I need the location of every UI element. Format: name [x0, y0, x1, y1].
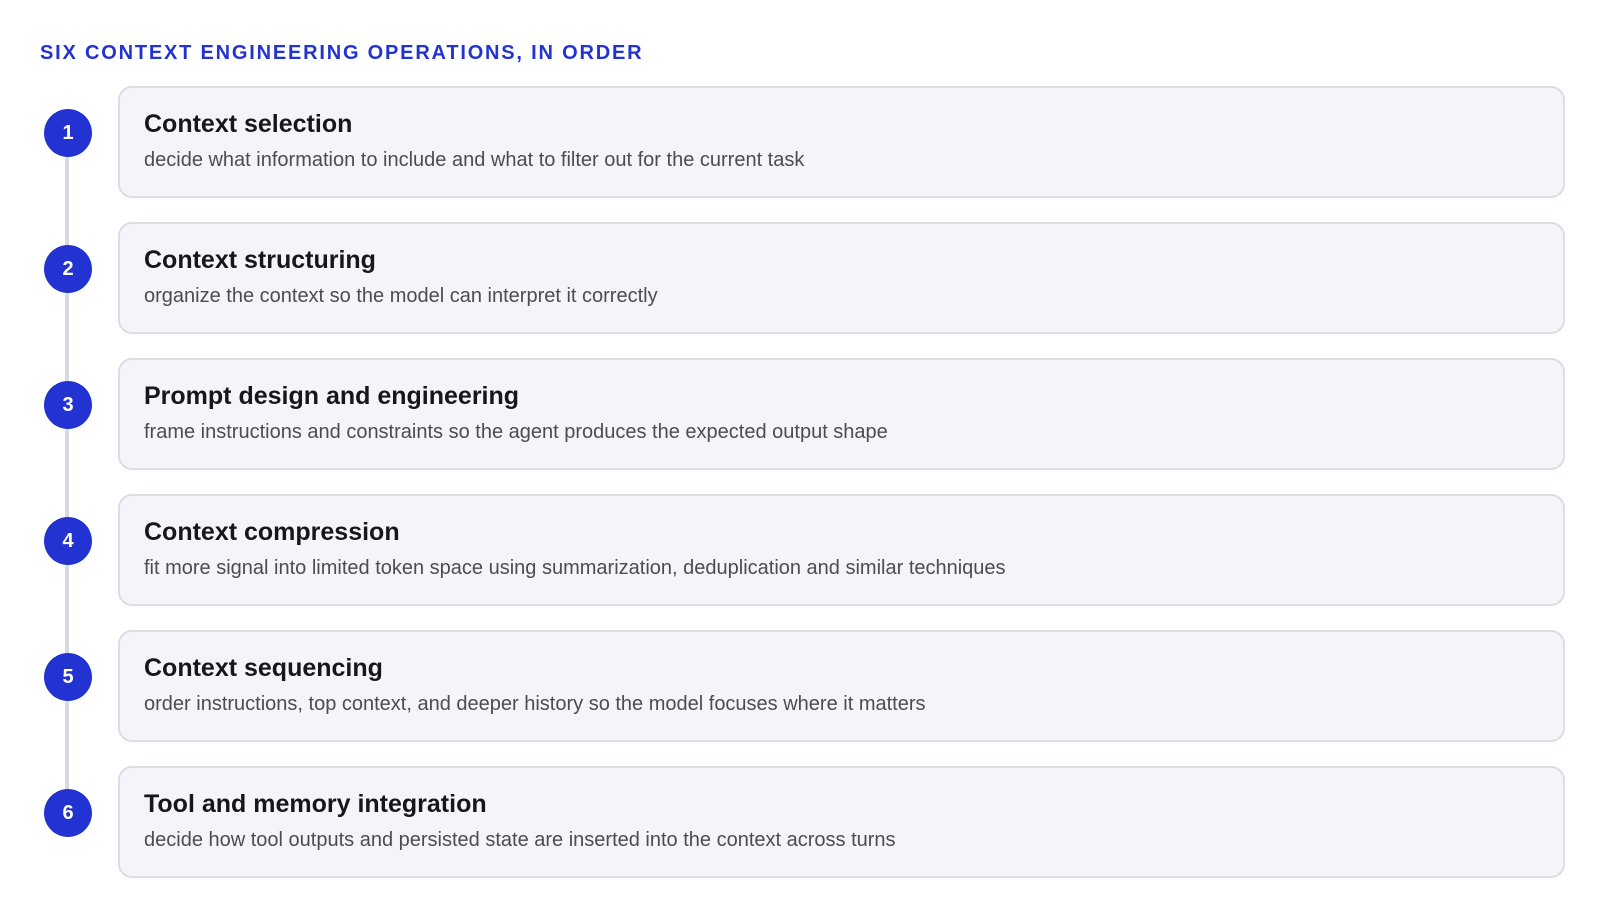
- step-title: Context compression: [144, 518, 400, 546]
- step-description: organize the context so the model can in…: [144, 285, 658, 307]
- step-number-badge: 1: [44, 109, 92, 157]
- step-card: Tool and memory integration decide how t…: [118, 766, 1565, 878]
- step-title: Context sequencing: [144, 654, 383, 682]
- step-description: decide how tool outputs and persisted st…: [144, 829, 896, 851]
- step-title: Context structuring: [144, 246, 376, 274]
- step-card: Context compression fit more signal into…: [118, 494, 1565, 606]
- step-number-badge: 5: [44, 653, 92, 701]
- step-title: Context selection: [144, 110, 353, 138]
- step-description: order instructions, top context, and dee…: [144, 693, 926, 715]
- step-number-badge: 6: [44, 789, 92, 837]
- step-title: Prompt design and engineering: [144, 382, 520, 410]
- step-item: 5 Context sequencing order instructions,…: [0, 630, 1600, 746]
- step-item: 1 Context selection decide what informat…: [0, 86, 1600, 202]
- step-title: Tool and memory integration: [144, 790, 487, 818]
- step-item: 4 Context compression fit more signal in…: [0, 494, 1600, 610]
- step-card: Prompt design and engineering frame inst…: [118, 358, 1565, 470]
- step-item: 6 Tool and memory integration decide how…: [0, 766, 1600, 882]
- diagram-heading: SIX CONTEXT ENGINEERING OPERATIONS, IN O…: [40, 42, 644, 64]
- step-card: Context sequencing order instructions, t…: [118, 630, 1565, 742]
- step-number-badge: 3: [44, 381, 92, 429]
- step-description: fit more signal into limited token space…: [144, 557, 1006, 579]
- step-item: 2 Context structuring organize the conte…: [0, 222, 1600, 338]
- step-description: decide what information to include and w…: [144, 149, 805, 171]
- step-item: 3 Prompt design and engineering frame in…: [0, 358, 1600, 474]
- step-number-badge: 4: [44, 517, 92, 565]
- step-card: Context structuring organize the context…: [118, 222, 1565, 334]
- step-card: Context selection decide what informatio…: [118, 86, 1565, 198]
- step-number-badge: 2: [44, 245, 92, 293]
- step-description: frame instructions and constraints so th…: [144, 421, 888, 443]
- steps-list: 1 Context selection decide what informat…: [0, 86, 1600, 902]
